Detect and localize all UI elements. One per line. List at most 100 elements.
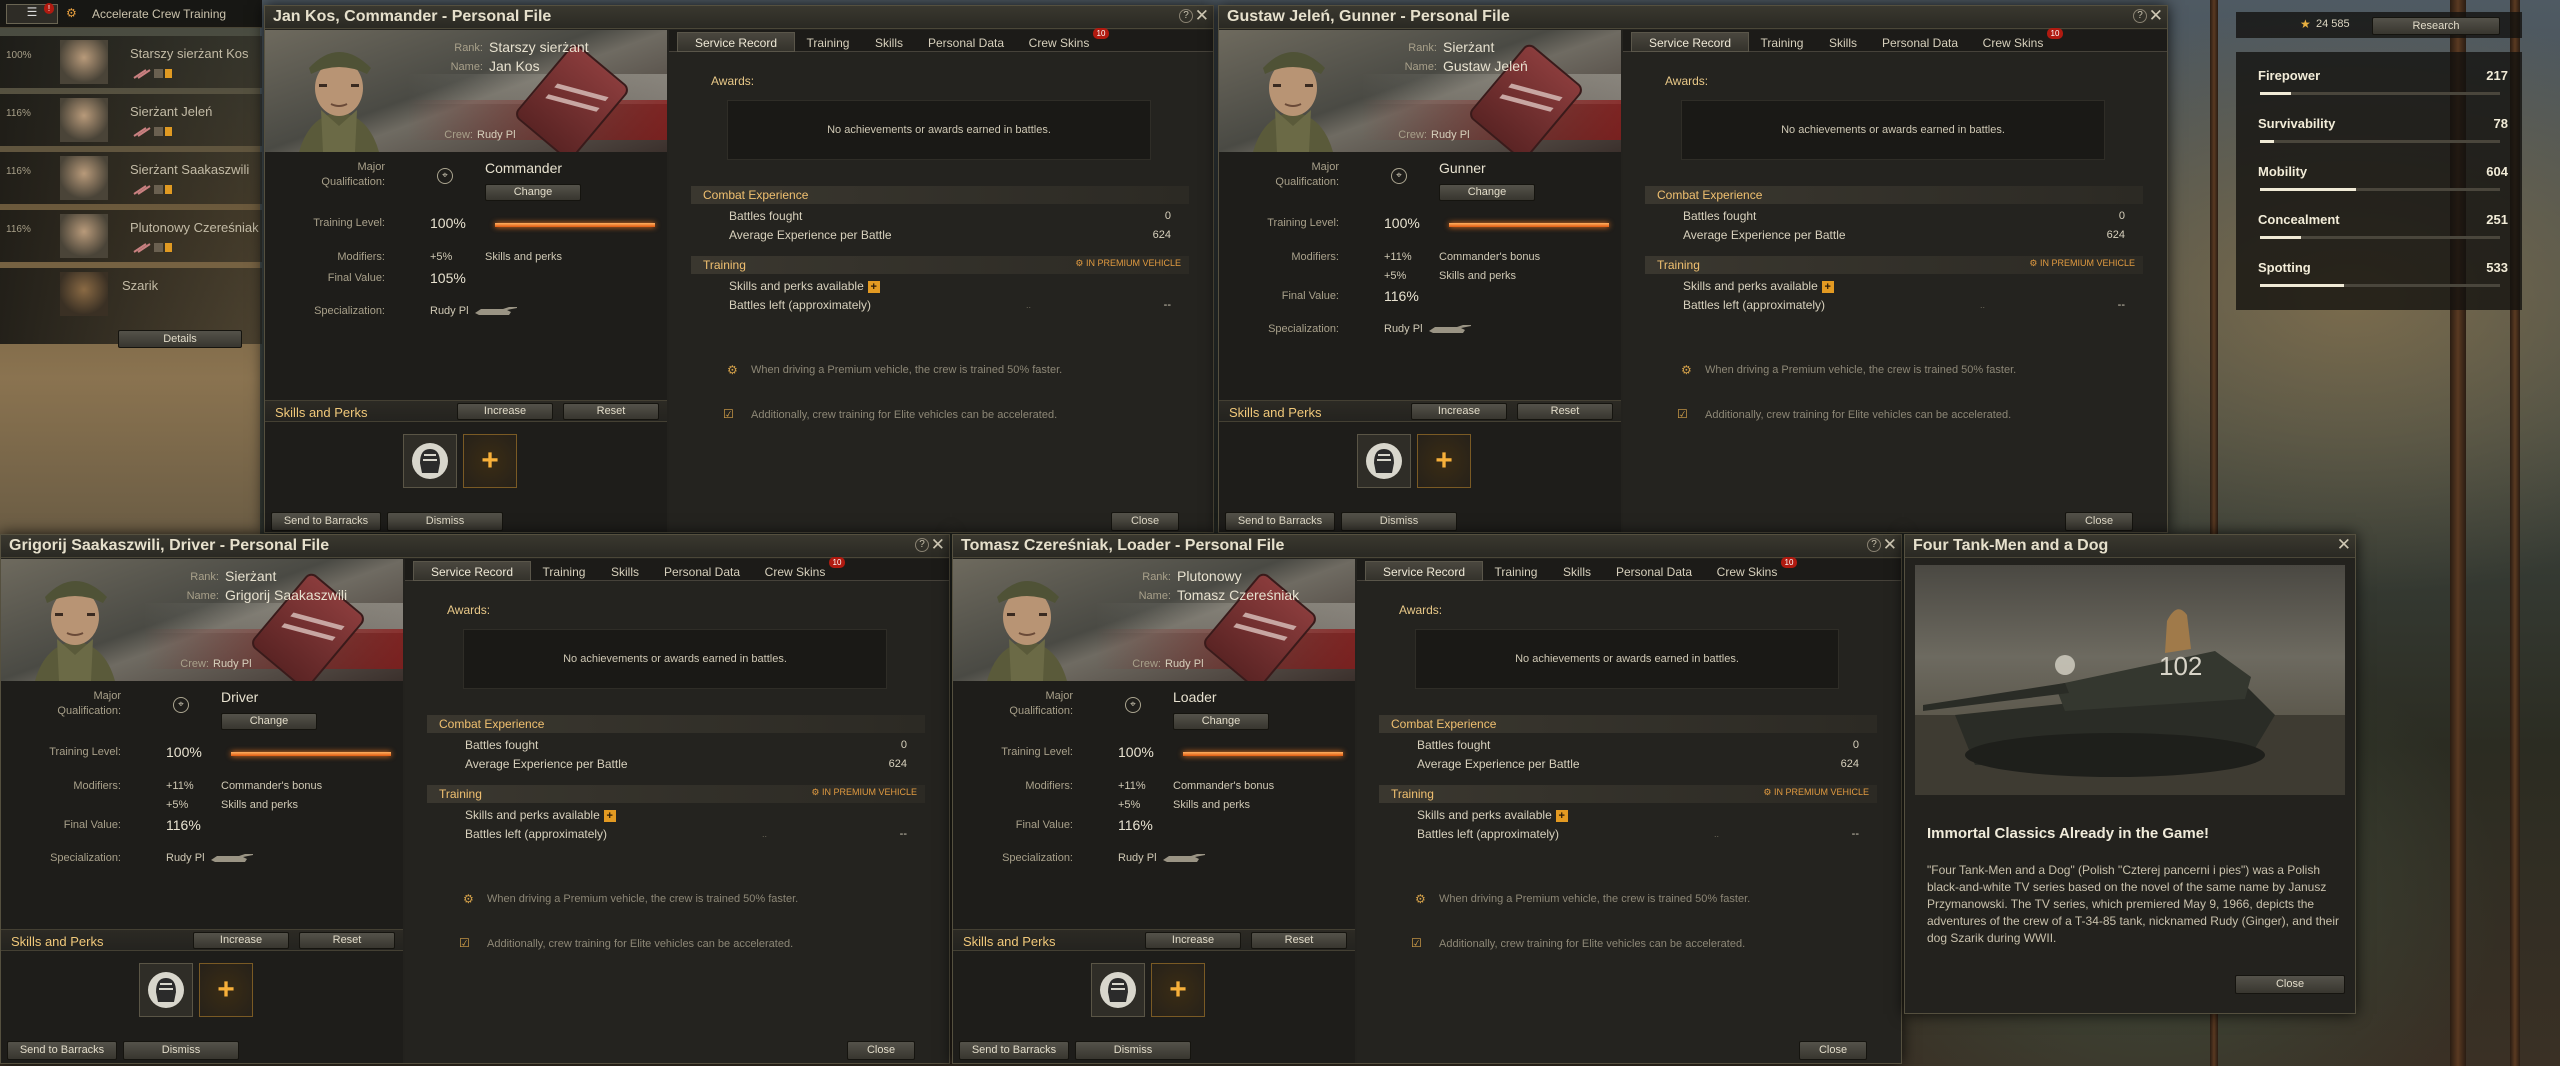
avg-exp-value: 624 [2106, 229, 2125, 241]
brotherhood-perk-icon[interactable] [403, 434, 457, 488]
dismiss-button[interactable]: Dismiss [123, 1041, 239, 1060]
promo-close-button[interactable]: Close [2235, 975, 2345, 994]
change-qualification-button[interactable]: Change [221, 713, 317, 730]
tab-service-record[interactable]: Service Record [1631, 32, 1749, 52]
tab-crew-skins[interactable]: Crew Skins [1703, 561, 1791, 581]
stat-firepower-label: Firepower [2258, 68, 2321, 83]
reset-button[interactable]: Reset [299, 932, 395, 949]
tab-crew-skins[interactable]: Crew Skins [751, 561, 839, 581]
close-button[interactable]: Close [1111, 512, 1179, 531]
send-to-barracks-button[interactable]: Send to Barracks [271, 512, 381, 531]
tab-training[interactable]: Training [1483, 561, 1549, 581]
send-to-barracks-button[interactable]: Send to Barracks [7, 1041, 117, 1060]
crew-face [987, 581, 1067, 681]
increase-button[interactable]: Increase [1411, 403, 1507, 420]
send-to-barracks-button[interactable]: Send to Barracks [959, 1041, 1069, 1060]
skills-title: Skills and Perks [963, 934, 1056, 949]
note-premium: When driving a Premium vehicle, the crew… [1705, 364, 2017, 376]
increase-button[interactable]: Increase [1145, 932, 1241, 949]
tab-personal-data[interactable]: Personal Data [1871, 32, 1969, 52]
add-skill-button[interactable]: + [1151, 963, 1205, 1017]
change-qualification-button[interactable]: Change [1173, 713, 1269, 730]
increase-button[interactable]: Increase [193, 932, 289, 949]
tab-service-record[interactable]: Service Record [677, 32, 795, 52]
avg-exp-label: Average Experience per Battle [729, 228, 892, 242]
crew-member-jelen[interactable]: 116% Sierżant Jeleń [0, 94, 262, 146]
dismiss-button[interactable]: Dismiss [1075, 1041, 1191, 1060]
tab-training[interactable]: Training [795, 32, 861, 52]
crew-portrait: Rank: Sierżant Name: Gustaw Jeleń Crew: … [1219, 30, 1621, 152]
combat-experience-title: Combat Experience [703, 188, 809, 202]
help-icon[interactable]: ? [1179, 9, 1193, 23]
premium-vehicle-icon: ⚙ [1681, 363, 1692, 377]
awards-box: No achievements or awards earned in batt… [1681, 100, 2105, 160]
dismiss-button[interactable]: Dismiss [1341, 512, 1457, 531]
avg-exp-label: Average Experience per Battle [1683, 228, 1846, 242]
tab-training[interactable]: Training [531, 561, 597, 581]
close-icon[interactable]: ✕ [931, 536, 945, 554]
close-button[interactable]: Close [2065, 512, 2133, 531]
tab-service-record[interactable]: Service Record [413, 561, 531, 581]
modifier-2-value: +5% [166, 799, 189, 811]
brotherhood-perk-icon[interactable] [139, 963, 193, 1017]
tab-personal-data[interactable]: Personal Data [1605, 561, 1703, 581]
change-qualification-button[interactable]: Change [1439, 184, 1535, 201]
add-skill-button[interactable]: + [1417, 434, 1471, 488]
crew-label: Crew: [1132, 658, 1161, 670]
tab-skills[interactable]: Skills [597, 561, 653, 581]
crew-member-czeresniak[interactable]: 116% Plutonowy Czereśniak [0, 210, 262, 262]
avatar [60, 98, 108, 142]
reset-button[interactable]: Reset [1517, 403, 1613, 420]
help-icon[interactable]: ? [2133, 9, 2147, 23]
skill-icons [133, 185, 172, 195]
reset-button[interactable]: Reset [1251, 932, 1347, 949]
details-button[interactable]: Details [118, 330, 242, 348]
name-label: Name: [1138, 590, 1171, 602]
crew-member-szarik[interactable]: Szarik Details [0, 268, 262, 348]
final-value-label: Final Value: [1015, 819, 1073, 831]
brotherhood-perk-icon[interactable] [1091, 963, 1145, 1017]
elite-vehicle-icon: ☑ [1677, 407, 1688, 421]
tab-crew-skins[interactable]: Crew Skins [1015, 32, 1103, 52]
change-qualification-button[interactable]: Change [485, 184, 581, 201]
stat-mobility-value: 604 [2486, 164, 2508, 179]
note-premium: When driving a Premium vehicle, the crew… [1439, 893, 1751, 905]
send-to-barracks-button[interactable]: Send to Barracks [1225, 512, 1335, 531]
help-icon[interactable]: ? [1867, 538, 1881, 552]
research-button[interactable]: Research [2372, 17, 2500, 35]
close-icon[interactable]: ✕ [1195, 7, 1209, 25]
close-icon[interactable]: ✕ [2337, 536, 2351, 554]
crew-member-saakaszwili[interactable]: 116% Sierżant Saakaszwili [0, 152, 262, 204]
help-icon[interactable]: ? [915, 538, 929, 552]
qualification-label-line1: Major [1045, 690, 1073, 702]
in-premium-text: IN PREMIUM VEHICLE [1085, 258, 1181, 268]
accelerate-training-label[interactable]: Accelerate Crew Training [92, 7, 226, 21]
modifier-1-desc: Commander's bonus [221, 780, 323, 792]
close-icon[interactable]: ✕ [1883, 536, 1897, 554]
battles-fought-label: Battles fought [1683, 209, 1757, 223]
add-skill-button[interactable]: + [199, 963, 253, 1017]
specialization-label: Specialization: [50, 852, 121, 864]
crew-value: Rudy Pl [213, 658, 252, 670]
brotherhood-perk-icon[interactable] [1357, 434, 1411, 488]
tab-personal-data[interactable]: Personal Data [917, 32, 1015, 52]
crew-member-kos[interactable]: 100% Starszy sierżant Kos [0, 36, 262, 88]
reset-button[interactable]: Reset [563, 403, 659, 420]
tab-skills[interactable]: Skills [1549, 561, 1605, 581]
tab-skills[interactable]: Skills [1815, 32, 1871, 52]
increase-button[interactable]: Increase [457, 403, 553, 420]
rank-value: Sierżant [1443, 39, 1495, 55]
training-level-bar [495, 223, 655, 227]
tab-personal-data[interactable]: Personal Data [653, 561, 751, 581]
accelerate-training-icon[interactable]: ⚙ [66, 6, 77, 20]
tab-service-record[interactable]: Service Record [1365, 561, 1483, 581]
tab-training[interactable]: Training [1749, 32, 1815, 52]
add-skill-button[interactable]: + [463, 434, 517, 488]
dismiss-button[interactable]: Dismiss [387, 512, 503, 531]
plus-icon: + [1821, 280, 1834, 293]
close-button[interactable]: Close [847, 1041, 915, 1060]
close-button[interactable]: Close [1799, 1041, 1867, 1060]
tab-skills[interactable]: Skills [861, 32, 917, 52]
close-icon[interactable]: ✕ [2149, 7, 2163, 25]
tab-crew-skins[interactable]: Crew Skins [1969, 32, 2057, 52]
